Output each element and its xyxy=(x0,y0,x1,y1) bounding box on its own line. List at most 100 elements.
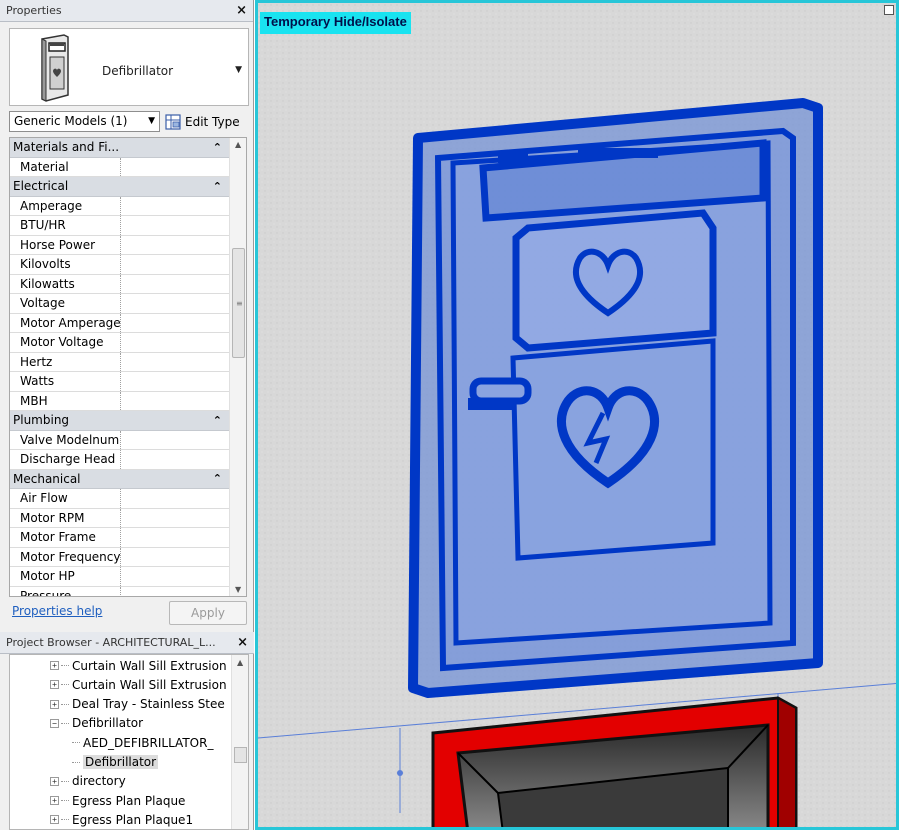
property-value[interactable] xyxy=(121,548,230,567)
expand-icon[interactable]: + xyxy=(50,699,59,709)
tree-connector xyxy=(61,800,69,802)
model-canvas xyxy=(258,3,896,827)
collapse-icon[interactable]: ⌃ xyxy=(213,414,222,427)
property-row[interactable]: Motor HP xyxy=(10,567,230,587)
scroll-down-icon[interactable]: ▼ xyxy=(235,585,241,594)
tree-item[interactable]: Defibrillator xyxy=(72,753,159,772)
property-row[interactable]: Voltage xyxy=(10,294,230,314)
scroll-up-icon[interactable]: ▲ xyxy=(237,658,243,667)
property-row[interactable]: Watts xyxy=(10,372,230,392)
property-row[interactable]: Kilovolts xyxy=(10,255,230,275)
expand-icon[interactable]: + xyxy=(50,661,59,670)
defibrillator-thumbnail xyxy=(16,33,90,103)
property-value[interactable] xyxy=(121,294,230,313)
property-value[interactable] xyxy=(121,197,230,216)
tree-item-label: Curtain Wall Sill Extrusion xyxy=(72,658,227,673)
property-value[interactable] xyxy=(121,567,230,586)
tree-connector xyxy=(61,665,69,666)
property-row[interactable]: Hertz xyxy=(10,352,230,372)
property-group-header[interactable]: Mechanical ⌃ xyxy=(10,469,230,489)
type-name: Defibrillator xyxy=(102,64,174,78)
close-icon[interactable]: × xyxy=(236,3,247,18)
tree-item[interactable]: + Egress Plan Plaque xyxy=(50,791,185,810)
close-icon[interactable]: × xyxy=(237,635,248,650)
type-selector[interactable]: Defibrillator ▼ xyxy=(9,28,249,106)
tree-item[interactable]: + Curtain Wall Sill Extrusion xyxy=(50,675,227,694)
property-value[interactable] xyxy=(121,528,230,547)
element-filter-dropdown[interactable]: Generic Models (1) ▼ xyxy=(9,111,160,132)
edit-type-button[interactable]: Edit Type xyxy=(165,111,240,132)
scroll-thumb[interactable] xyxy=(234,747,247,763)
property-value[interactable] xyxy=(121,236,230,255)
property-row[interactable]: Pressure xyxy=(10,586,230,597)
property-value[interactable] xyxy=(121,489,230,508)
property-row[interactable]: Horse Power xyxy=(10,235,230,255)
property-value[interactable] xyxy=(121,275,230,294)
collapse-icon[interactable]: − xyxy=(50,718,59,728)
selected-defibrillator-cabinet[interactable] xyxy=(408,98,823,698)
collapse-icon[interactable]: ⌃ xyxy=(213,472,222,485)
property-value[interactable] xyxy=(121,587,230,597)
property-group-header[interactable]: Electrical ⌃ xyxy=(10,177,230,197)
expand-icon[interactable]: + xyxy=(50,815,59,825)
tree-scrollbar[interactable]: ▲ xyxy=(231,655,248,829)
tree-item[interactable]: + Egress Plan Plaque1 xyxy=(50,810,193,829)
collapse-icon[interactable]: ⌃ xyxy=(213,141,222,154)
property-name: Voltage xyxy=(10,294,121,313)
property-value[interactable] xyxy=(121,431,230,450)
tree-item[interactable]: + directory xyxy=(50,772,126,791)
property-value[interactable] xyxy=(121,450,230,469)
property-value[interactable] xyxy=(121,333,230,352)
property-row[interactable]: Discharge Head xyxy=(10,450,230,470)
property-name: Kilowatts xyxy=(10,274,121,293)
property-value[interactable] xyxy=(121,216,230,235)
property-value[interactable] xyxy=(121,509,230,528)
tree-item[interactable]: − Defibrillator xyxy=(50,714,143,733)
project-browser-title-bar: Project Browser - ARCHITECTURAL_L... × xyxy=(0,632,254,654)
expand-icon[interactable]: + xyxy=(50,776,59,786)
property-value[interactable] xyxy=(121,255,230,274)
property-row[interactable]: BTU/HR xyxy=(10,216,230,236)
property-group-header[interactable]: Plumbing ⌃ xyxy=(10,411,230,431)
property-row[interactable]: Valve Modelnum xyxy=(10,430,230,450)
property-row[interactable]: Motor RPM xyxy=(10,508,230,528)
property-row[interactable]: MBH xyxy=(10,391,230,411)
tree-item-label: Curtain Wall Sill Extrusion xyxy=(72,677,227,692)
property-row[interactable]: Air Flow xyxy=(10,489,230,509)
scroll-up-icon[interactable]: ▲ xyxy=(235,140,241,149)
property-value[interactable] xyxy=(121,372,230,391)
property-value[interactable] xyxy=(121,314,230,333)
project-browser-tree: + Curtain Wall Sill Extrusion + Curtain Wal… xyxy=(9,654,249,830)
tree-connector xyxy=(61,703,69,705)
property-row[interactable]: Motor Frame xyxy=(10,528,230,548)
tree-item[interactable]: AED_DEFIBRILLATOR_ xyxy=(72,733,213,752)
property-name: Valve Modelnum xyxy=(10,430,121,449)
model-viewport[interactable]: Temporary Hide/Isolate xyxy=(255,0,899,830)
property-row[interactable]: Material xyxy=(10,157,230,177)
expand-icon[interactable]: + xyxy=(50,796,59,806)
scroll-thumb[interactable]: ≡ xyxy=(232,248,245,358)
properties-scrollbar[interactable]: ▲ ≡ ▼ xyxy=(229,138,246,596)
tree-connector xyxy=(61,722,69,724)
temporary-hide-isolate-label: Temporary Hide/Isolate xyxy=(260,12,411,34)
viewport-corner-control[interactable] xyxy=(884,5,894,15)
property-row[interactable]: Motor Frequency xyxy=(10,547,230,567)
tree-item[interactable]: + Curtain Wall Sill Extrusion xyxy=(50,656,227,675)
expand-icon[interactable]: + xyxy=(50,680,59,690)
tree-item[interactable]: + Deal Tray - Stainless Stee xyxy=(50,695,225,714)
property-name: Hertz xyxy=(10,352,121,371)
collapse-icon[interactable]: ⌃ xyxy=(213,180,222,193)
properties-help-link[interactable]: Properties help xyxy=(12,604,102,618)
property-value[interactable] xyxy=(121,392,230,411)
property-row[interactable]: Motor Amperage xyxy=(10,313,230,333)
project-browser-title: Project Browser - ARCHITECTURAL_L... xyxy=(6,636,216,649)
chevron-down-icon[interactable]: ▼ xyxy=(235,65,242,75)
apply-button[interactable]: Apply xyxy=(169,601,247,625)
property-group-header[interactable]: Materials and Fi... ⌃ xyxy=(10,138,230,158)
property-row[interactable]: Kilowatts xyxy=(10,274,230,294)
property-value[interactable] xyxy=(121,353,230,372)
property-row[interactable]: Amperage xyxy=(10,196,230,216)
property-name: Motor Voltage xyxy=(10,333,121,352)
property-value[interactable] xyxy=(121,158,230,177)
property-row[interactable]: Motor Voltage xyxy=(10,333,230,353)
